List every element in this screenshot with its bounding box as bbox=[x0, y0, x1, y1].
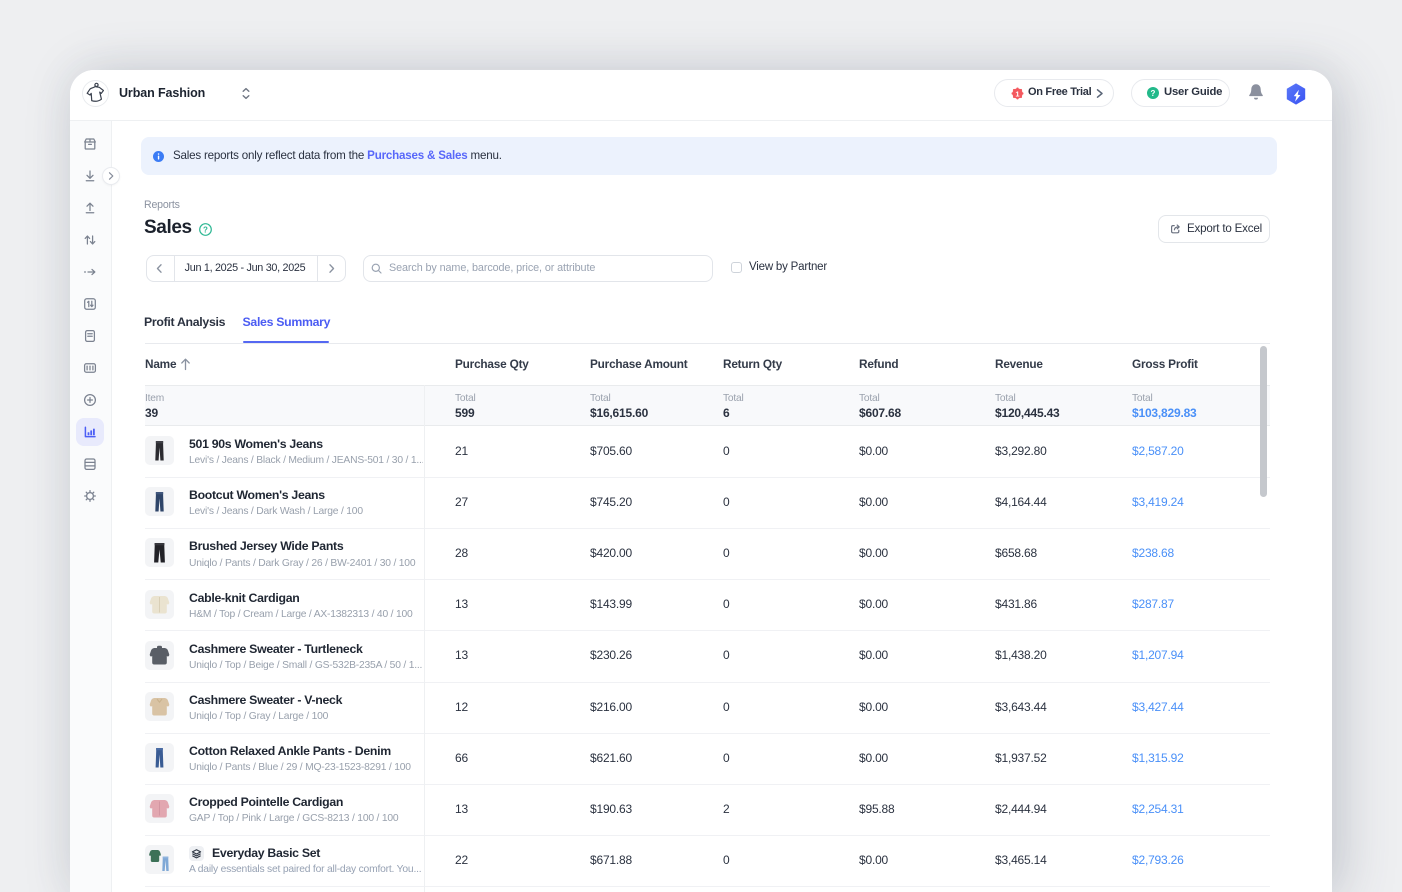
svg-text:?: ? bbox=[1151, 89, 1156, 98]
svg-text:1: 1 bbox=[1015, 89, 1019, 98]
svg-text:?: ? bbox=[203, 225, 208, 234]
